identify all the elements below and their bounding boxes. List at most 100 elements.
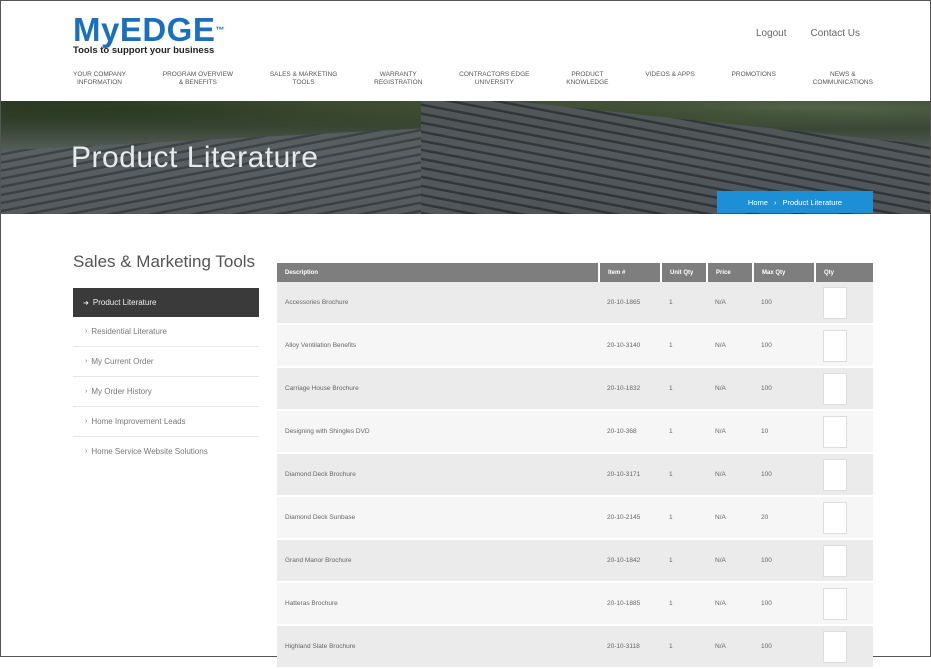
cell-unit-qty: 1 <box>661 367 707 411</box>
sidebar-item-label: My Order History <box>91 387 152 396</box>
breadcrumb-current: Product Literature <box>782 197 843 207</box>
sidebar-item-home-improvement-leads[interactable]: › Home Improvement Leads <box>73 407 259 437</box>
table-row: Highland Slate Brochure 20-10-3118 1 N/A… <box>277 625 873 669</box>
sidebar-menu: ➜ Product Literature › Residential Literat… <box>73 288 259 466</box>
cell-qty <box>815 367 873 411</box>
sidebar-item-product-literature[interactable]: ➜ Product Literature <box>73 288 259 317</box>
cell-item-number: 20-10-3171 <box>599 453 661 497</box>
nav-item-university[interactable]: CONTRACTORS EDGE UNIVERSITY <box>459 71 529 87</box>
cell-item-number: 20-10-1832 <box>599 367 661 411</box>
cell-price: N/A <box>707 582 753 626</box>
column-header-max-qty: Max Qty <box>753 263 816 282</box>
cell-item-number: 20-10-368 <box>599 410 661 454</box>
cell-price: N/A <box>707 282 753 325</box>
cell-qty <box>815 539 873 583</box>
chevron-right-icon: › <box>85 358 88 365</box>
qty-input[interactable] <box>823 415 847 448</box>
cell-unit-qty: 1 <box>661 539 707 583</box>
cell-unit-qty: 1 <box>661 410 707 454</box>
chevron-right-icon: › <box>85 418 88 425</box>
nav-item-news[interactable]: NEWS & COMMUNICATIONS <box>813 71 873 87</box>
cell-unit-qty: 1 <box>661 453 707 497</box>
nav-item-company-info[interactable]: YOUR COMPANY INFORMATION <box>73 71 126 87</box>
cell-price: N/A <box>707 625 753 669</box>
nav-item-promotions[interactable]: PROMOTIONS <box>732 71 776 87</box>
site-header: MyEDGE™ Tools to support your business L… <box>1 1 930 101</box>
cell-price: N/A <box>707 367 753 411</box>
cell-qty <box>815 453 873 497</box>
sidebar-item-label: Home Service Website Solutions <box>91 447 208 456</box>
cell-description: Alloy Ventilation Benefits <box>277 324 599 368</box>
chevron-right-icon: › <box>85 448 88 455</box>
cell-item-number: 20-10-1885 <box>599 582 661 626</box>
table-row: Grand Manor Brochure 20-10-1842 1 N/A 10… <box>277 539 873 583</box>
table-header-row: Description Item # Unit Qty Price Max Qt… <box>277 263 873 282</box>
cell-unit-qty: 1 <box>661 625 707 669</box>
main-nav: YOUR COMPANY INFORMATION PROGRAM OVERVIE… <box>73 71 873 87</box>
qty-input[interactable] <box>823 501 847 534</box>
cell-item-number: 20-10-3140 <box>599 324 661 368</box>
column-header-item: Item # <box>599 263 662 282</box>
sidebar-item-website-solutions[interactable]: › Home Service Website Solutions <box>73 437 259 466</box>
cell-item-number: 20-10-1842 <box>599 539 661 583</box>
nav-item-product-knowledge[interactable]: PRODUCT KNOWLEDGE <box>566 71 608 87</box>
cell-description: Carriage House Brochure <box>277 367 599 411</box>
qty-input[interactable] <box>823 372 847 405</box>
cell-max-qty: 20 <box>753 496 815 540</box>
cell-qty <box>815 582 873 626</box>
page-title: Product Literature <box>71 141 319 174</box>
cell-item-number: 20-10-1865 <box>599 282 661 325</box>
cell-qty <box>815 625 873 669</box>
cell-max-qty: 100 <box>753 367 815 411</box>
sidebar-item-order-history[interactable]: › My Order History <box>73 377 259 407</box>
qty-input[interactable] <box>823 458 847 491</box>
qty-input[interactable] <box>823 286 847 319</box>
cell-price: N/A <box>707 539 753 583</box>
literature-table: Description Item # Unit Qty Price Max Qt… <box>277 263 873 669</box>
nav-item-warranty[interactable]: WARRANTY REGISTRATION <box>374 71 422 87</box>
chevron-right-icon: › <box>85 388 88 395</box>
sidebar-item-current-order[interactable]: › My Current Order <box>73 347 259 377</box>
cell-item-number: 20-10-2145 <box>599 496 661 540</box>
cell-max-qty: 100 <box>753 324 815 368</box>
nav-item-program-overview[interactable]: PROGRAM OVERVIEW & BENEFITS <box>163 71 233 87</box>
nav-item-sales-marketing[interactable]: SALES & MARKETING TOOLS <box>270 71 338 87</box>
table-row: Designing with Shingles DVD 20-10-368 1 … <box>277 410 873 454</box>
qty-input[interactable] <box>823 587 847 620</box>
cell-description: Grand Manor Brochure <box>277 539 599 583</box>
cell-price: N/A <box>707 496 753 540</box>
cell-qty <box>815 282 873 325</box>
cell-description: Highland Slate Brochure <box>277 625 599 669</box>
nav-item-videos-apps[interactable]: VIDEOS & APPS <box>645 71 695 87</box>
cell-price: N/A <box>707 324 753 368</box>
logo-text: MyEDGE <box>73 11 216 48</box>
qty-input[interactable] <box>823 544 847 577</box>
sidebar-title: Sales & Marketing Tools <box>73 252 256 271</box>
contact-us-link[interactable]: Contact Us <box>811 28 860 39</box>
logo-tagline: Tools to support your business <box>73 45 215 56</box>
table-row: Diamond Deck Sunbase 20-10-2145 1 N/A 20 <box>277 496 873 540</box>
cell-description: Diamond Deck Sunbase <box>277 496 599 540</box>
sidebar-item-label: My Current Order <box>91 357 154 366</box>
cell-price: N/A <box>707 410 753 454</box>
qty-input[interactable] <box>823 329 847 362</box>
cell-max-qty: 100 <box>753 282 815 325</box>
cell-max-qty: 100 <box>753 453 815 497</box>
table-row: Carriage House Brochure 20-10-1832 1 N/A… <box>277 367 873 411</box>
logout-link[interactable]: Logout <box>756 28 787 39</box>
chevron-right-icon: › <box>85 328 88 335</box>
cell-max-qty: 10 <box>753 410 815 454</box>
table-row: Hatteras Brochure 20-10-1885 1 N/A 100 <box>277 582 873 626</box>
breadcrumb: Home › Product Literature <box>717 191 873 213</box>
cell-qty <box>815 496 873 540</box>
brand-logo[interactable]: MyEDGE™ Tools to support your business <box>73 13 225 56</box>
table-row: Alloy Ventilation Benefits 20-10-3140 1 … <box>277 324 873 368</box>
sidebar-item-label: Home Improvement Leads <box>91 417 186 426</box>
qty-input[interactable] <box>823 630 847 663</box>
column-header-price: Price <box>707 263 754 282</box>
sidebar-item-label: Residential Literature <box>91 327 167 336</box>
breadcrumb-home-link[interactable]: Home <box>748 198 768 207</box>
column-header-unit-qty: Unit Qty <box>661 263 708 282</box>
utility-links: Logout Contact Us <box>756 28 860 39</box>
sidebar-item-residential-literature[interactable]: › Residential Literature <box>73 317 259 347</box>
